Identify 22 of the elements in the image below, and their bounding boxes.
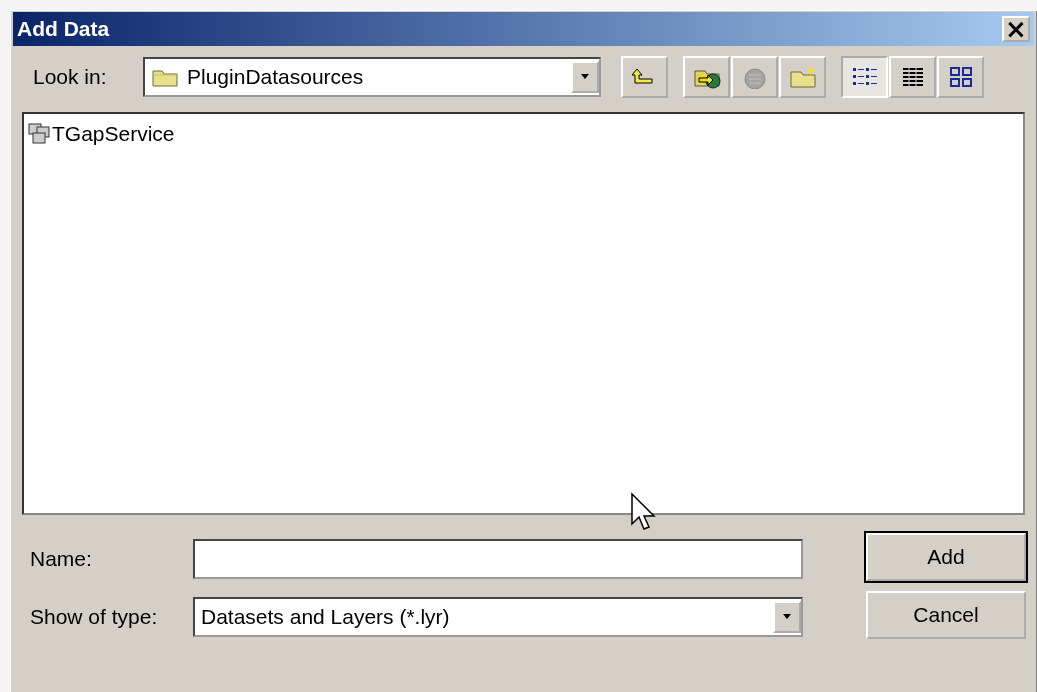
dialog-button[interactable]: Cancel [866,591,1026,639]
file-item[interactable]: TGapService [50,122,177,146]
look-in-dropdown[interactable]: PluginDatasources [143,57,601,97]
close-button[interactable]: × [1002,16,1030,42]
look-in-label: Look in: [33,65,108,89]
new-folder-icon [788,65,817,89]
toolbar-button[interactable] [683,56,730,98]
dialog-button[interactable]: Add [866,533,1026,581]
caret-icon [579,73,591,81]
name-field[interactable] [193,539,803,579]
window-title: Add Data [17,17,110,41]
stacked-squares-icon [28,123,50,145]
dropdown-value: PluginDatasources [187,65,365,89]
type-dropdown[interactable]: Datasets and Layers (*.lyr) [193,597,803,637]
type-label: Show of type: [30,605,159,629]
view-button[interactable] [937,56,984,98]
view-button[interactable] [841,56,888,98]
toolbar-button[interactable] [621,56,668,98]
name-label: Name: [30,547,93,571]
dropdown-value: Datasets and Layers (*.lyr) [201,605,451,629]
caret-icon [781,613,793,621]
view-button[interactable] [889,56,936,98]
